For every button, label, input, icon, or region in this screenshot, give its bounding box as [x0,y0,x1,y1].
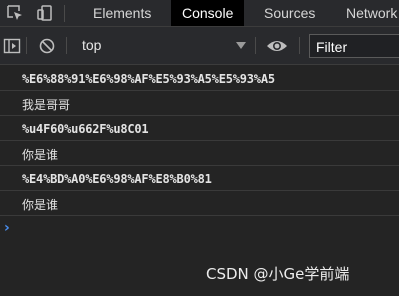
console-message-text: 你是谁 [22,148,59,162]
console-prompt[interactable]: › [0,216,399,241]
tab-elements[interactable]: Elements [83,0,161,26]
console-message: %E6%88%91%E6%98%AF%E5%93%A5%E5%93%A5 [0,66,399,91]
toolbar-separator [255,37,256,54]
device-toolbar-icon[interactable] [36,4,54,22]
context-select[interactable]: top [78,36,248,56]
live-expression-eye-icon[interactable] [266,38,288,54]
console-message-text: 你是谁 [22,198,59,212]
console-message-text: %E6%88%91%E6%98%AF%E5%93%A5%E5%93%A5 [22,72,275,86]
sidebar-toggle-icon[interactable] [3,37,21,55]
chevron-down-icon [236,42,246,49]
toolbar-separator [26,37,27,54]
toolbar-separator [66,37,67,54]
console-toolbar: top [0,27,399,65]
console-message: %E4%BD%A0%E6%98%AF%E8%B0%81 [0,166,399,191]
context-select-value: top [82,37,102,53]
toolbar-separator [299,37,300,54]
filter-input[interactable] [309,34,399,58]
clear-console-icon[interactable] [38,37,56,55]
console-message: %u4F60%u662F%u8C01 [0,116,399,141]
tab-bar-separator [64,5,65,22]
console-message-text: %u4F60%u662F%u8C01 [22,122,149,136]
console-message-text: 我是哥哥 [22,98,71,112]
tab-console[interactable]: Console [171,0,245,26]
inspect-element-icon[interactable] [6,4,24,22]
prompt-chevron-icon: › [4,220,10,236]
console-message-text: %E4%BD%A0%E6%98%AF%E8%B0%81 [22,172,212,186]
console-message: 你是谁 [0,141,399,166]
console-output: %E6%88%91%E6%98%AF%E5%93%A5%E5%93%A5 我是哥… [0,66,399,241]
console-message: 你是谁 [0,191,399,216]
console-message: 我是哥哥 [0,91,399,116]
tab-sources[interactable]: Sources [254,0,325,26]
devtools-tab-bar: Elements Console Sources Network [0,0,399,27]
watermark: CSDN @小Ge学前端 [206,265,350,283]
tab-network[interactable]: Network [336,0,399,26]
